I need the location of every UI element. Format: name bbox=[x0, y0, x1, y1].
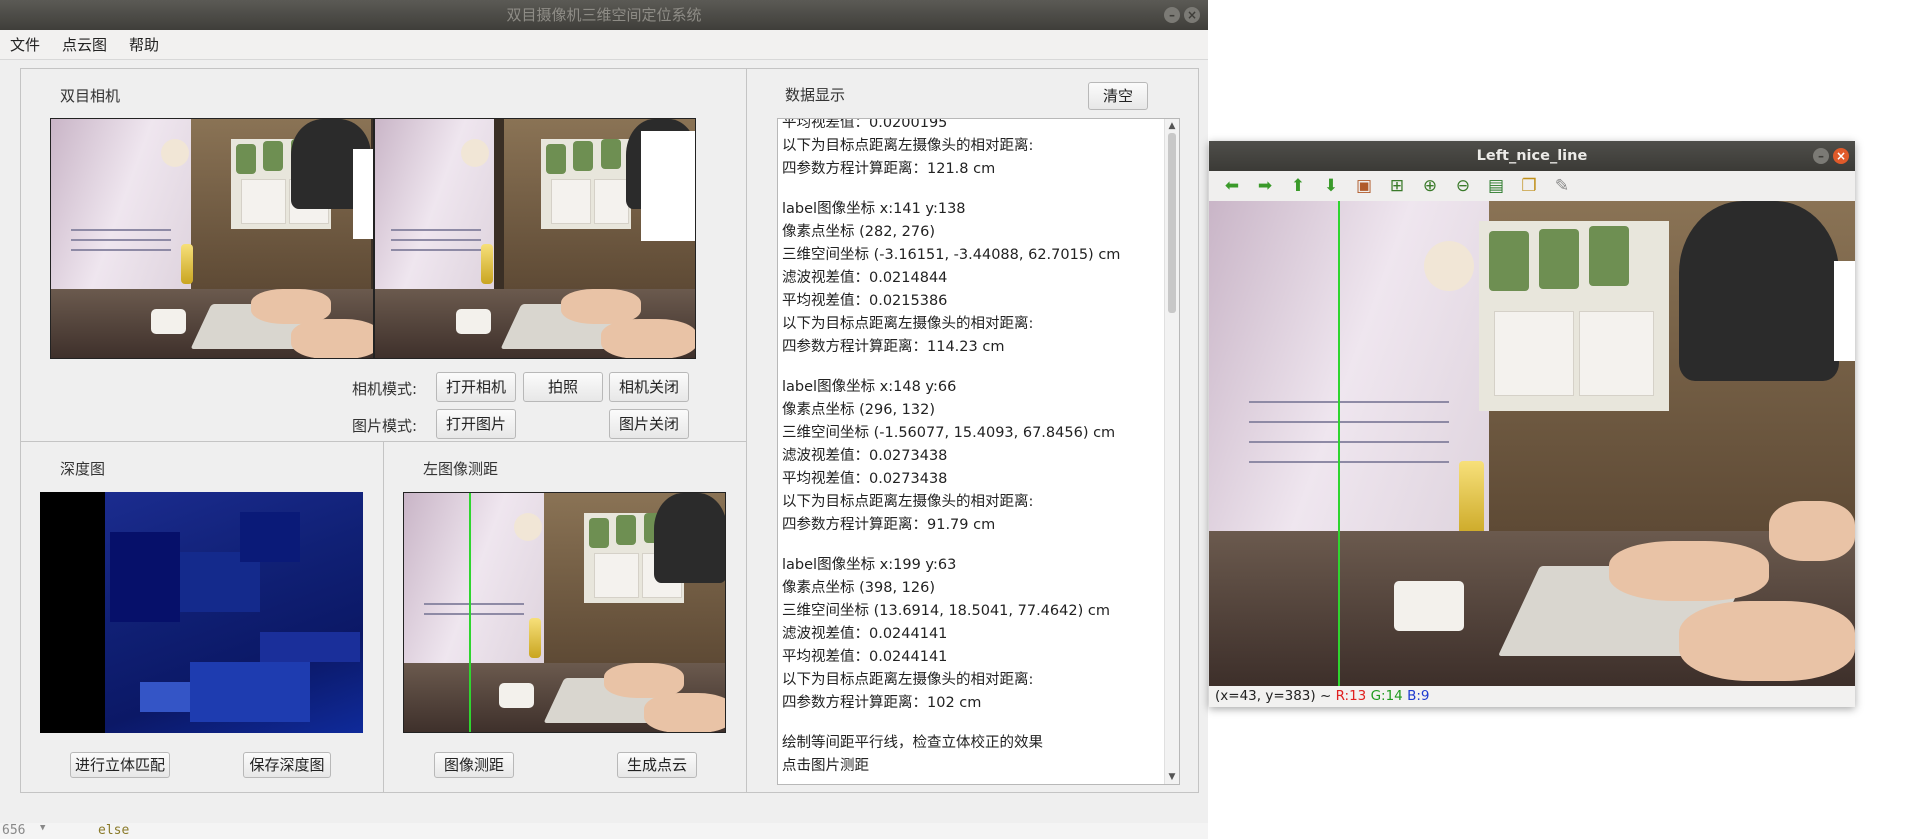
data-line: 以下为目标点距离左摄像头的相对距离: bbox=[782, 494, 1034, 510]
data-line: 点击图片测距 bbox=[782, 758, 869, 774]
data-line: label图像坐标 x:148 y:66 bbox=[782, 379, 957, 395]
camera-panel-title: 双目相机 bbox=[60, 87, 121, 105]
reference-line bbox=[1338, 201, 1340, 686]
save-depth-button[interactable]: 保存深度图 bbox=[243, 752, 331, 778]
data-line: 以下为目标点距离左摄像头的相对距离: bbox=[782, 138, 1034, 154]
main-window: 双目摄像机三维空间定位系统 – × 文件 点云图 帮助 双目相机 相机模式: 打… bbox=[0, 0, 1208, 839]
data-line: 四参数方程计算距离：121.8 cm bbox=[782, 161, 996, 177]
depth-panel-title: 深度图 bbox=[60, 460, 106, 478]
cv-window-title: Left_nice_line bbox=[1476, 148, 1588, 164]
arrow-left-icon[interactable]: ⬅ bbox=[1221, 175, 1243, 197]
data-line: 滤波视差值：0.0244141 bbox=[782, 626, 948, 642]
status-coords: (x=43, y=383) ~ bbox=[1215, 688, 1332, 704]
camera-mode-label: 相机模式: bbox=[352, 380, 418, 398]
menu-file[interactable]: 文件 bbox=[6, 32, 44, 57]
menu-point-cloud[interactable]: 点云图 bbox=[58, 32, 111, 57]
minimize-icon[interactable]: – bbox=[1164, 7, 1180, 23]
stereo-match-button[interactable]: 进行立体匹配 bbox=[70, 752, 170, 778]
data-line: label图像坐标 x:141 y:138 bbox=[782, 201, 966, 217]
data-line: 像素点坐标 (296, 132) bbox=[782, 402, 935, 418]
stereo-camera-image bbox=[50, 118, 696, 359]
open-picture-button[interactable]: 打开图片 bbox=[436, 409, 516, 439]
arrow-right-icon[interactable]: ➡ bbox=[1254, 175, 1276, 197]
arrow-down-icon[interactable]: ⬇ bbox=[1320, 175, 1342, 197]
data-line: 滤波视差值：0.0273438 bbox=[782, 448, 948, 464]
menu-bar: 文件 点云图 帮助 bbox=[0, 30, 1208, 60]
status-g: G:14 bbox=[1370, 688, 1403, 704]
code-line-number: 656 bbox=[2, 823, 26, 838]
close-camera-button[interactable]: 相机关闭 bbox=[609, 372, 689, 402]
data-line: 三维空间坐标 (-3.16151, -3.44088, 62.7015) cm bbox=[782, 247, 1121, 263]
data-text-area[interactable]: 平均视差值：0.0200195 以下为目标点距离左摄像头的相对距离: 四参数方程计算… bbox=[777, 118, 1180, 785]
image-icon[interactable]: ▣ bbox=[1353, 175, 1375, 197]
scroll-thumb[interactable] bbox=[1168, 133, 1176, 313]
arrow-up-icon[interactable]: ⬆ bbox=[1287, 175, 1309, 197]
code-fold-icon[interactable]: ▼ bbox=[40, 823, 45, 833]
status-b: B:9 bbox=[1407, 688, 1430, 704]
data-line: 平均视差值：0.0200195 bbox=[782, 118, 948, 131]
main-titlebar: 双目摄像机三维空间定位系统 – × bbox=[0, 0, 1208, 30]
cv-image-window: Left_nice_line – × ⬅ ➡ ⬆ ⬇ ▣ ⊞ ⊕ ⊖ ▤ ❐ ✎ bbox=[1209, 141, 1855, 707]
data-line: 平均视差值：0.0244141 bbox=[782, 649, 948, 665]
save-icon[interactable]: ▤ bbox=[1485, 175, 1507, 197]
data-line: 四参数方程计算距离：102 cm bbox=[782, 695, 982, 711]
data-panel-title: 数据显示 bbox=[785, 86, 846, 104]
reference-line bbox=[469, 493, 471, 732]
image-ranging-button[interactable]: 图像测距 bbox=[434, 752, 514, 778]
menu-help[interactable]: 帮助 bbox=[125, 32, 163, 57]
brush-icon[interactable]: ✎ bbox=[1551, 175, 1573, 197]
scroll-up-icon[interactable]: ▲ bbox=[1167, 121, 1177, 131]
data-scrollbar[interactable]: ▲ ▼ bbox=[1164, 119, 1179, 784]
clear-button[interactable]: 清空 bbox=[1088, 82, 1148, 110]
data-line: 四参数方程计算距离：91.79 cm bbox=[782, 517, 996, 533]
close-icon[interactable]: × bbox=[1833, 148, 1849, 164]
data-line: 四参数方程计算距离：114.23 cm bbox=[782, 339, 1005, 355]
data-line: 像素点坐标 (398, 126) bbox=[782, 580, 935, 596]
data-line: label图像坐标 x:199 y:63 bbox=[782, 557, 957, 573]
code-text: else bbox=[98, 823, 130, 838]
cv-image[interactable] bbox=[1209, 201, 1855, 686]
copy-icon[interactable]: ❐ bbox=[1518, 175, 1540, 197]
data-line: 平均视差值：0.0273438 bbox=[782, 471, 948, 487]
data-blank-line bbox=[782, 715, 1162, 732]
open-camera-button[interactable]: 打开相机 bbox=[436, 372, 516, 402]
zoom-out-icon[interactable]: ⊖ bbox=[1452, 175, 1474, 197]
data-blank-line bbox=[782, 537, 1162, 554]
depth-map-image bbox=[40, 492, 363, 733]
close-picture-button[interactable]: 图片关闭 bbox=[609, 409, 689, 439]
main-window-title: 双目摄像机三维空间定位系统 bbox=[506, 6, 702, 24]
data-blank-line bbox=[782, 181, 1162, 198]
left-ranging-image[interactable] bbox=[403, 492, 726, 733]
ranging-panel-title: 左图像测距 bbox=[423, 460, 499, 478]
cv-toolbar: ⬅ ➡ ⬆ ⬇ ▣ ⊞ ⊕ ⊖ ▤ ❐ ✎ bbox=[1209, 171, 1855, 201]
code-editor-fragment: 656 ▼ else bbox=[0, 823, 1208, 839]
cv-titlebar: Left_nice_line – × bbox=[1209, 141, 1855, 171]
data-line: 滤波视差值：0.0214844 bbox=[782, 270, 948, 286]
data-blank-line bbox=[782, 359, 1162, 376]
data-line: 平均视差值：0.0215386 bbox=[782, 293, 948, 309]
properties-icon[interactable]: ⊞ bbox=[1386, 175, 1408, 197]
data-line: 以下为目标点距离左摄像头的相对距离: bbox=[782, 316, 1034, 332]
point-cloud-button[interactable]: 生成点云 bbox=[617, 752, 697, 778]
minimize-icon[interactable]: – bbox=[1813, 148, 1829, 164]
data-line: 像素点坐标 (282, 276) bbox=[782, 224, 935, 240]
data-lines: 平均视差值：0.0200195 以下为目标点距离左摄像头的相对距离: 四参数方程计算… bbox=[782, 118, 1162, 778]
close-icon[interactable]: × bbox=[1184, 7, 1200, 23]
cv-status-bar: (x=43, y=383) ~ R:13 G:14 B:9 bbox=[1209, 686, 1855, 707]
data-line: 三维空间坐标 (13.6914, 18.5041, 77.4642) cm bbox=[782, 603, 1110, 619]
scroll-down-icon[interactable]: ▼ bbox=[1167, 772, 1177, 782]
picture-mode-label: 图片模式: bbox=[352, 417, 418, 435]
data-line: 绘制等间距平行线，检查立体校正的效果 bbox=[782, 735, 1043, 751]
data-line: 三维空间坐标 (-1.56077, 15.4093, 67.8456) cm bbox=[782, 425, 1116, 441]
data-line: 以下为目标点距离左摄像头的相对距离: bbox=[782, 672, 1034, 688]
status-r: R:13 bbox=[1335, 688, 1367, 704]
zoom-in-icon[interactable]: ⊕ bbox=[1419, 175, 1441, 197]
photo-button[interactable]: 拍照 bbox=[523, 372, 603, 402]
